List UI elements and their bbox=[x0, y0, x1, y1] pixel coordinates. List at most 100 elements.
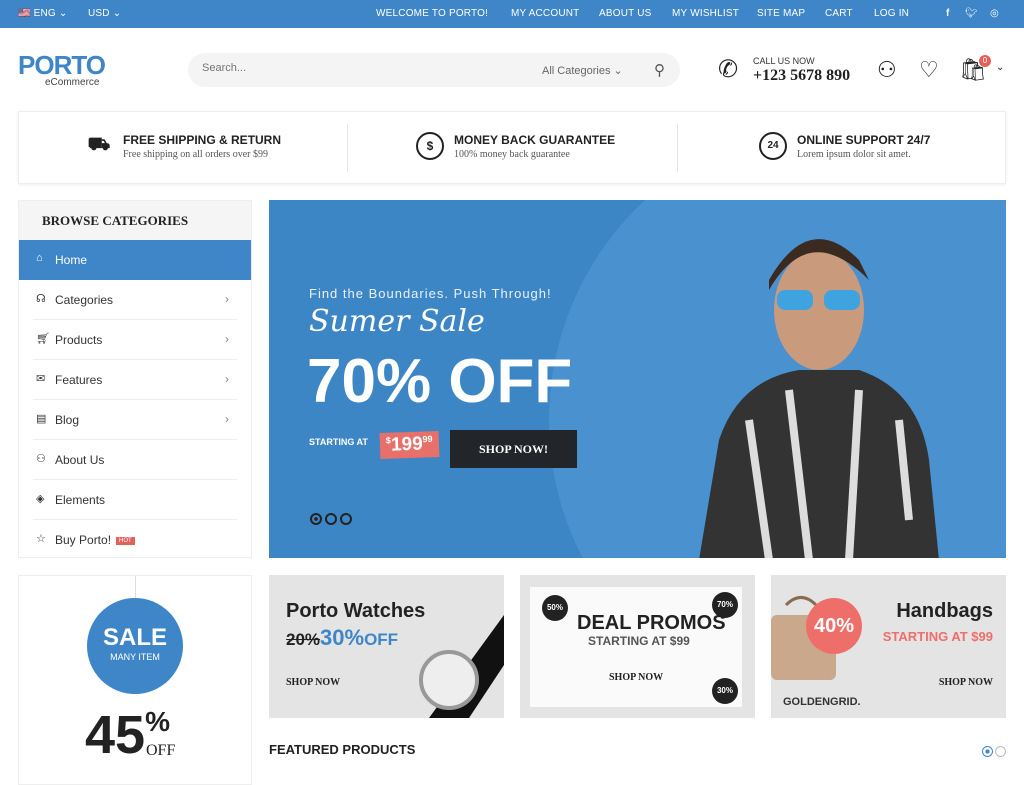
sidebar-item-elements[interactable]: ◈ Elements bbox=[33, 480, 237, 520]
slider-dot-2[interactable] bbox=[325, 513, 337, 525]
slider-dot-1[interactable] bbox=[310, 513, 322, 525]
feature-title: ONLINE SUPPORT 24/7 bbox=[797, 133, 931, 147]
discount-badge: 30% bbox=[712, 678, 738, 704]
feature-subtitle: Lorem ipsum dolor sit amet. bbox=[797, 149, 911, 160]
sale-percent: 45% OFF bbox=[85, 704, 175, 766]
divider bbox=[677, 124, 678, 172]
sidebar-item-blog[interactable]: ▤ Blog › bbox=[33, 400, 237, 440]
currency-selector[interactable]: USD ⌄ bbox=[88, 8, 121, 19]
slider-dots bbox=[310, 512, 355, 530]
chevron-right-icon: › bbox=[225, 372, 229, 386]
dollar-icon: $ bbox=[416, 132, 444, 160]
hero-slider[interactable]: Find the Boundaries. Push Through! Sumer… bbox=[269, 200, 1006, 558]
percent-sign: % bbox=[145, 706, 170, 737]
percent-value: 45 bbox=[85, 705, 146, 765]
feature-subtitle: 100% money back guarantee bbox=[454, 149, 570, 160]
cart-link[interactable]: CART bbox=[825, 8, 853, 19]
price-cents: 99 bbox=[422, 433, 433, 445]
chevron-down-icon[interactable]: ⌄ bbox=[996, 62, 1004, 73]
price-value: 199 bbox=[390, 433, 424, 456]
hero-kicker: Find the Boundaries. Push Through! bbox=[309, 286, 552, 301]
home-icon: ⌂ bbox=[36, 252, 43, 264]
sidebar-item-categories[interactable]: ☊ Categories › bbox=[33, 280, 237, 320]
users-icon: ⚇ bbox=[36, 453, 46, 465]
sale-tag-subtitle: MANY ITEM bbox=[110, 652, 160, 662]
sidebar-item-products[interactable]: 🛒︎ Products › bbox=[33, 320, 237, 360]
item-label: Buy Porto! bbox=[55, 533, 112, 547]
model-image bbox=[699, 239, 939, 558]
star-icon: ☆ bbox=[36, 533, 46, 545]
banner-watches[interactable]: Porto Watches 20%30%OFF SHOP NOW bbox=[269, 575, 504, 718]
language-selector[interactable]: 🇺🇸 ENG ⌄ bbox=[18, 8, 67, 19]
features-bar: ⛟ FREE SHIPPING & RETURN Free shipping on … bbox=[18, 111, 1006, 184]
sidebar-item-features[interactable]: ✉ Features › bbox=[33, 360, 237, 400]
hero-headline: 70% OFF bbox=[307, 347, 573, 416]
old-discount: 20% bbox=[286, 630, 321, 649]
instagram-icon[interactable]: ◎ bbox=[990, 8, 999, 19]
banner-title: DEAL PROMOS bbox=[577, 612, 726, 634]
banner-handbags[interactable]: 40% Handbags STARTING AT $99 SHOP NOW GO… bbox=[771, 575, 1006, 718]
discount-badge: 50% bbox=[542, 595, 568, 621]
banner-title: Handbags bbox=[896, 600, 993, 622]
slider-dot-1[interactable] bbox=[982, 746, 993, 757]
item-label: Features bbox=[55, 373, 103, 387]
chevron-right-icon: › bbox=[225, 292, 229, 306]
item-label: Blog bbox=[55, 413, 80, 427]
item-label: About Us bbox=[55, 453, 105, 467]
user-icon[interactable]: ⚇ bbox=[877, 57, 897, 83]
shop-now-link[interactable]: SHOP NOW bbox=[286, 677, 340, 688]
my-wishlist-link[interactable]: MY WISHLIST bbox=[672, 8, 739, 19]
watch-image bbox=[419, 615, 504, 718]
shop-now-link[interactable]: SHOP NOW bbox=[609, 672, 663, 683]
log-in-link[interactable]: LOG IN bbox=[874, 8, 909, 19]
banner-discount: 20%30%OFF bbox=[286, 625, 398, 651]
hot-badge: HOT bbox=[116, 536, 135, 545]
book-icon: ▤ bbox=[36, 413, 47, 425]
feature-title: FREE SHIPPING & RETURN bbox=[123, 133, 282, 147]
price-tag: $19999 bbox=[379, 430, 440, 460]
sidebar-item-buy-porto[interactable]: ☆ Buy Porto! HOT bbox=[33, 520, 237, 560]
sidebar-item-about-us[interactable]: ⚇ About Us bbox=[33, 440, 237, 480]
site-map-link[interactable]: SITE MAP bbox=[757, 8, 805, 19]
starting-at-label: STARTING AT bbox=[309, 437, 368, 447]
phone-icon: ✆ bbox=[718, 56, 739, 83]
tag-string bbox=[135, 576, 136, 598]
sale-tag-title: SALE bbox=[102, 624, 167, 651]
shop-now-button[interactable]: SHOP NOW! bbox=[450, 430, 577, 468]
my-account-link[interactable]: MY ACCOUNT bbox=[511, 8, 580, 19]
banner-subtitle: STARTING AT $99 bbox=[588, 634, 690, 648]
slider-dot-3[interactable] bbox=[340, 513, 352, 525]
feature-title: MONEY BACK GUARANTEE bbox=[454, 133, 616, 147]
cart-icon: 🛒︎ bbox=[36, 333, 50, 345]
search-icon[interactable]: ⚲ bbox=[654, 61, 665, 79]
twitter-icon[interactable]: 🐦︎ bbox=[965, 8, 978, 19]
sale-banner[interactable]: SALE MANY ITEM 45% OFF bbox=[18, 575, 252, 785]
feature-subtitle: Free shipping on all orders over $99 bbox=[123, 149, 268, 160]
facebook-icon[interactable]: f bbox=[946, 8, 950, 19]
truck-icon: ⛟ bbox=[87, 134, 111, 154]
chevron-right-icon: › bbox=[225, 412, 229, 426]
item-label: Home bbox=[55, 253, 88, 267]
category-select[interactable]: All Categories ⌄ bbox=[542, 64, 623, 77]
search-bar: All Categories ⌄ ⚲ bbox=[188, 53, 680, 87]
search-input[interactable] bbox=[202, 62, 502, 74]
sale-tag: SALE MANY ITEM bbox=[87, 598, 183, 694]
new-discount: 30% bbox=[320, 625, 365, 650]
about-us-link[interactable]: ABOUT US bbox=[599, 8, 652, 19]
banner-deal-promos[interactable]: DEAL PROMOS STARTING AT $99 SHOP NOW 50%… bbox=[520, 575, 755, 718]
discount-badge: 70% bbox=[712, 592, 738, 618]
featured-slider-dots bbox=[980, 744, 1006, 762]
phone-number: +123 5678 890 bbox=[753, 67, 851, 84]
heart-icon[interactable]: ♡ bbox=[919, 57, 939, 83]
divider bbox=[347, 124, 348, 172]
sidebar-item-home[interactable]: ⌂ Home bbox=[19, 240, 251, 280]
category-sidebar: BROWSE CATEGORIES ⌂ Home ☊ Categories › 🛒︎ P… bbox=[18, 200, 252, 558]
24h-icon: 24 bbox=[759, 132, 787, 160]
cart-count-badge: 0 bbox=[979, 55, 991, 67]
slider-dot-2[interactable] bbox=[995, 746, 1006, 757]
brand-logo: GOLDENGRID. bbox=[783, 696, 861, 708]
featured-products-title: FEATURED PRODUCTS bbox=[269, 742, 416, 757]
item-label: Elements bbox=[55, 493, 106, 507]
shop-now-link[interactable]: SHOP NOW bbox=[939, 677, 993, 688]
off-label: OFF bbox=[146, 742, 176, 759]
